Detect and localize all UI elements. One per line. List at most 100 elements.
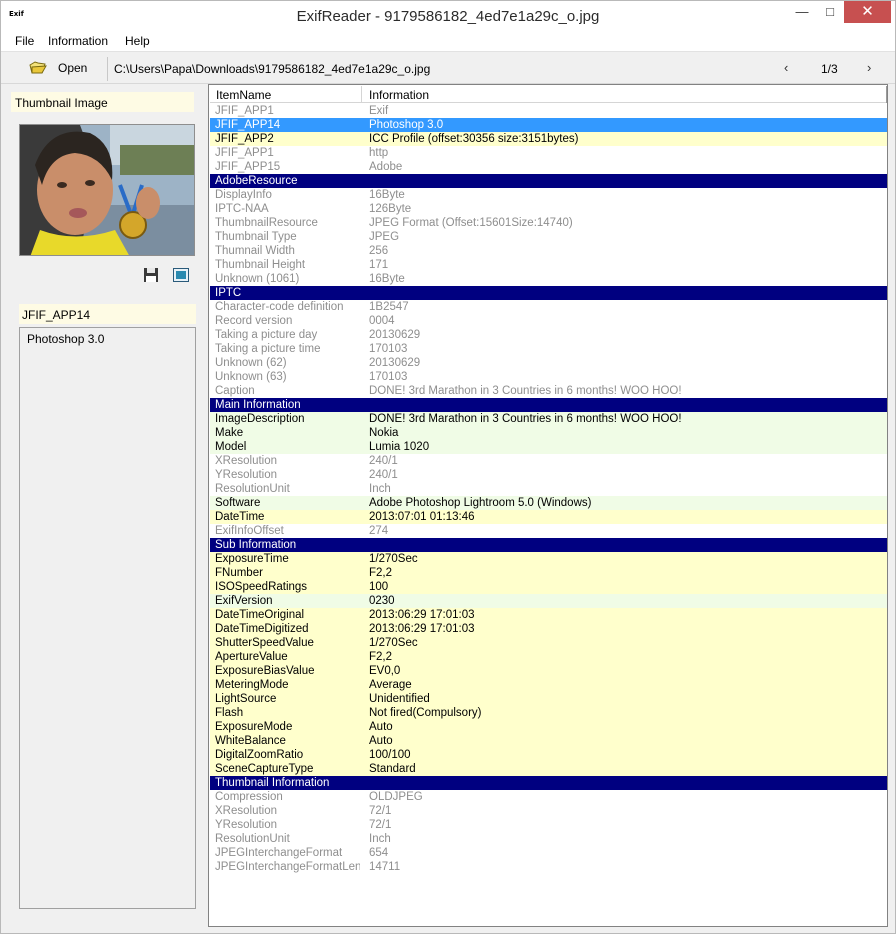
table-row[interactable]: Caption DONE! 3rd Marathon in 3 Countries… bbox=[210, 384, 887, 398]
save-icon[interactable] bbox=[143, 267, 159, 283]
menu-information[interactable]: Information bbox=[48, 34, 108, 48]
table-row[interactable]: Unknown (63) 170103 bbox=[210, 370, 887, 384]
table-row[interactable]: Model Lumia 1020 bbox=[210, 440, 887, 454]
section-header-row[interactable]: AdobeResource bbox=[210, 174, 887, 188]
information-cell: DONE! 3rd Marathon in 3 Countries in 6 m… bbox=[369, 385, 682, 397]
column-header-information[interactable]: Information bbox=[362, 86, 887, 103]
table-row[interactable]: Thumnail Width 256 bbox=[210, 244, 887, 258]
table-row[interactable]: Compression OLDJPEG bbox=[210, 790, 887, 804]
item-name-cell: Unknown (63) bbox=[215, 371, 287, 383]
table-row[interactable]: Make Nokia bbox=[210, 426, 887, 440]
table-row[interactable]: ResolutionUnit Inch bbox=[210, 832, 887, 846]
table-row[interactable]: Record version 0004 bbox=[210, 314, 887, 328]
table-row[interactable]: JFIF_APP15 Adobe bbox=[210, 160, 887, 174]
section-header-row[interactable]: Thumbnail Information bbox=[210, 776, 887, 790]
table-row[interactable]: ImageDescription DONE! 3rd Marathon in 3 … bbox=[210, 412, 887, 426]
column-header-itemname[interactable]: ItemName bbox=[210, 86, 362, 103]
item-name-cell: ShutterSpeedValue bbox=[215, 637, 314, 649]
maximize-button[interactable]: □ bbox=[817, 1, 843, 23]
section-header-row[interactable]: Main Information bbox=[210, 398, 887, 412]
section-header-row[interactable]: IPTC bbox=[210, 286, 887, 300]
table-row[interactable]: XResolution 240/1 bbox=[210, 454, 887, 468]
menu-help[interactable]: Help bbox=[125, 34, 150, 48]
information-cell: Auto bbox=[369, 735, 393, 747]
table-row[interactable]: JFIF_APP2 ICC Profile (offset:30356 size:… bbox=[210, 132, 887, 146]
information-cell: Nokia bbox=[369, 427, 399, 439]
table-row[interactable]: DigitalZoomRatio 100/100 bbox=[210, 748, 887, 762]
table-row[interactable]: ExifInfoOffset 274 bbox=[210, 524, 887, 538]
table-row[interactable]: XResolution 72/1 bbox=[210, 804, 887, 818]
table-row[interactable]: Flash Not fired(Compulsory) bbox=[210, 706, 887, 720]
table-row[interactable]: FNumber F2,2 bbox=[210, 566, 887, 580]
information-cell: 126Byte bbox=[369, 203, 412, 215]
item-name-cell: DateTimeOriginal bbox=[215, 609, 305, 621]
table-row[interactable]: ResolutionUnit Inch bbox=[210, 482, 887, 496]
information-cell: 2013:06:29 17:01:03 bbox=[369, 609, 475, 621]
item-name-cell: ImageDescription bbox=[215, 413, 305, 425]
close-button[interactable]: ✕ bbox=[844, 1, 891, 23]
table-row[interactable]: JFIF_APP1 Exif bbox=[210, 104, 887, 118]
information-cell: 14711 bbox=[369, 861, 401, 873]
table-row[interactable]: YResolution 72/1 bbox=[210, 818, 887, 832]
table-row[interactable]: DateTime 2013:07:01 01:13:46 bbox=[210, 510, 887, 524]
table-row[interactable]: ThumbnailResource JPEG Format (Offset:156… bbox=[210, 216, 887, 230]
toolbar: Open C:\Users\Papa\Downloads\9179586182_… bbox=[1, 53, 895, 84]
view-image-icon[interactable] bbox=[173, 268, 189, 282]
table-row[interactable]: ExifVersion 0230 bbox=[210, 594, 887, 608]
item-name-cell: ISOSpeedRatings bbox=[215, 581, 308, 593]
table-row[interactable]: MeteringMode Average bbox=[210, 678, 887, 692]
table-row[interactable]: IPTC-NAA 126Byte bbox=[210, 202, 887, 216]
item-name-cell: JPEGInterchangeFormatLen... bbox=[215, 861, 360, 873]
item-name-cell: Thumbnail Height bbox=[215, 259, 306, 271]
next-page-button[interactable]: › bbox=[867, 60, 871, 75]
selected-item-value[interactable]: Photoshop 3.0 bbox=[19, 327, 196, 909]
table-row[interactable]: Unknown (62) 20130629 bbox=[210, 356, 887, 370]
item-name-cell: Unknown (62) bbox=[215, 357, 287, 369]
item-name-cell: Flash bbox=[215, 707, 244, 719]
table-row[interactable]: ExposureMode Auto bbox=[210, 720, 887, 734]
table-row[interactable]: Thumbnail Height 171 bbox=[210, 258, 887, 272]
table-row[interactable]: DisplayInfo 16Byte bbox=[210, 188, 887, 202]
table-row[interactable]: Unknown (1061) 16Byte bbox=[210, 272, 887, 286]
selected-item-name: JFIF_APP14 bbox=[19, 304, 196, 324]
table-row[interactable]: Taking a picture time 170103 bbox=[210, 342, 887, 356]
item-name-cell: Thumbnail Type bbox=[215, 231, 297, 243]
table-row[interactable]: Character-code definition 1B2547 bbox=[210, 300, 887, 314]
item-name-cell: JPEGInterchangeFormat bbox=[215, 847, 343, 859]
information-cell: 170103 bbox=[369, 371, 408, 383]
information-cell: http bbox=[369, 147, 389, 159]
item-name-cell: AdobeResource bbox=[215, 175, 298, 187]
table-row[interactable]: Taking a picture day 20130629 bbox=[210, 328, 887, 342]
table-row[interactable]: ExposureTime 1/270Sec bbox=[210, 552, 887, 566]
information-cell: Unidentified bbox=[369, 693, 430, 705]
table-row[interactable]: Software Adobe Photoshop Lightroom 5.0 (W… bbox=[210, 496, 887, 510]
table-row[interactable]: DateTimeOriginal 2013:06:29 17:01:03 bbox=[210, 608, 887, 622]
section-header-row[interactable]: Sub Information bbox=[210, 538, 887, 552]
table-row[interactable]: JFIF_APP1 http bbox=[210, 146, 887, 160]
table-row[interactable]: WhiteBalance Auto bbox=[210, 734, 887, 748]
information-cell: JPEG Format (Offset:15601Size:14740) bbox=[369, 217, 573, 229]
toolbar-separator bbox=[107, 57, 108, 81]
table-row[interactable]: LightSource Unidentified bbox=[210, 692, 887, 706]
menu-file[interactable]: File bbox=[15, 34, 34, 48]
table-row[interactable]: SceneCaptureType Standard bbox=[210, 762, 887, 776]
minimize-button[interactable]: — bbox=[789, 1, 815, 23]
information-cell: Adobe bbox=[369, 161, 403, 173]
table-row[interactable]: DateTimeDigitized 2013:06:29 17:01:03 bbox=[210, 622, 887, 636]
prev-page-button[interactable]: ‹ bbox=[784, 60, 788, 75]
item-name-cell: Caption bbox=[215, 385, 255, 397]
table-row[interactable]: ExposureBiasValue EV0,0 bbox=[210, 664, 887, 678]
table-row[interactable]: ApertureValue F2,2 bbox=[210, 650, 887, 664]
table-row[interactable]: ShutterSpeedValue 1/270Sec bbox=[210, 636, 887, 650]
thumbnail-photo bbox=[20, 125, 194, 255]
exif-list[interactable]: ItemName Information JFIF_APP1 Exif JFIF_A… bbox=[208, 84, 888, 927]
table-row[interactable]: JFIF_APP14 Photoshop 3.0 bbox=[210, 118, 887, 132]
information-cell: 20130629 bbox=[369, 329, 421, 341]
table-row[interactable]: JPEGInterchangeFormatLen... 14711 bbox=[210, 860, 887, 874]
table-row[interactable]: JPEGInterchangeFormat 654 bbox=[210, 846, 887, 860]
item-name-cell: ExifInfoOffset bbox=[215, 525, 284, 537]
item-name-cell: Record version bbox=[215, 315, 293, 327]
table-row[interactable]: ISOSpeedRatings 100 bbox=[210, 580, 887, 594]
table-row[interactable]: Thumbnail Type JPEG bbox=[210, 230, 887, 244]
table-row[interactable]: YResolution 240/1 bbox=[210, 468, 887, 482]
